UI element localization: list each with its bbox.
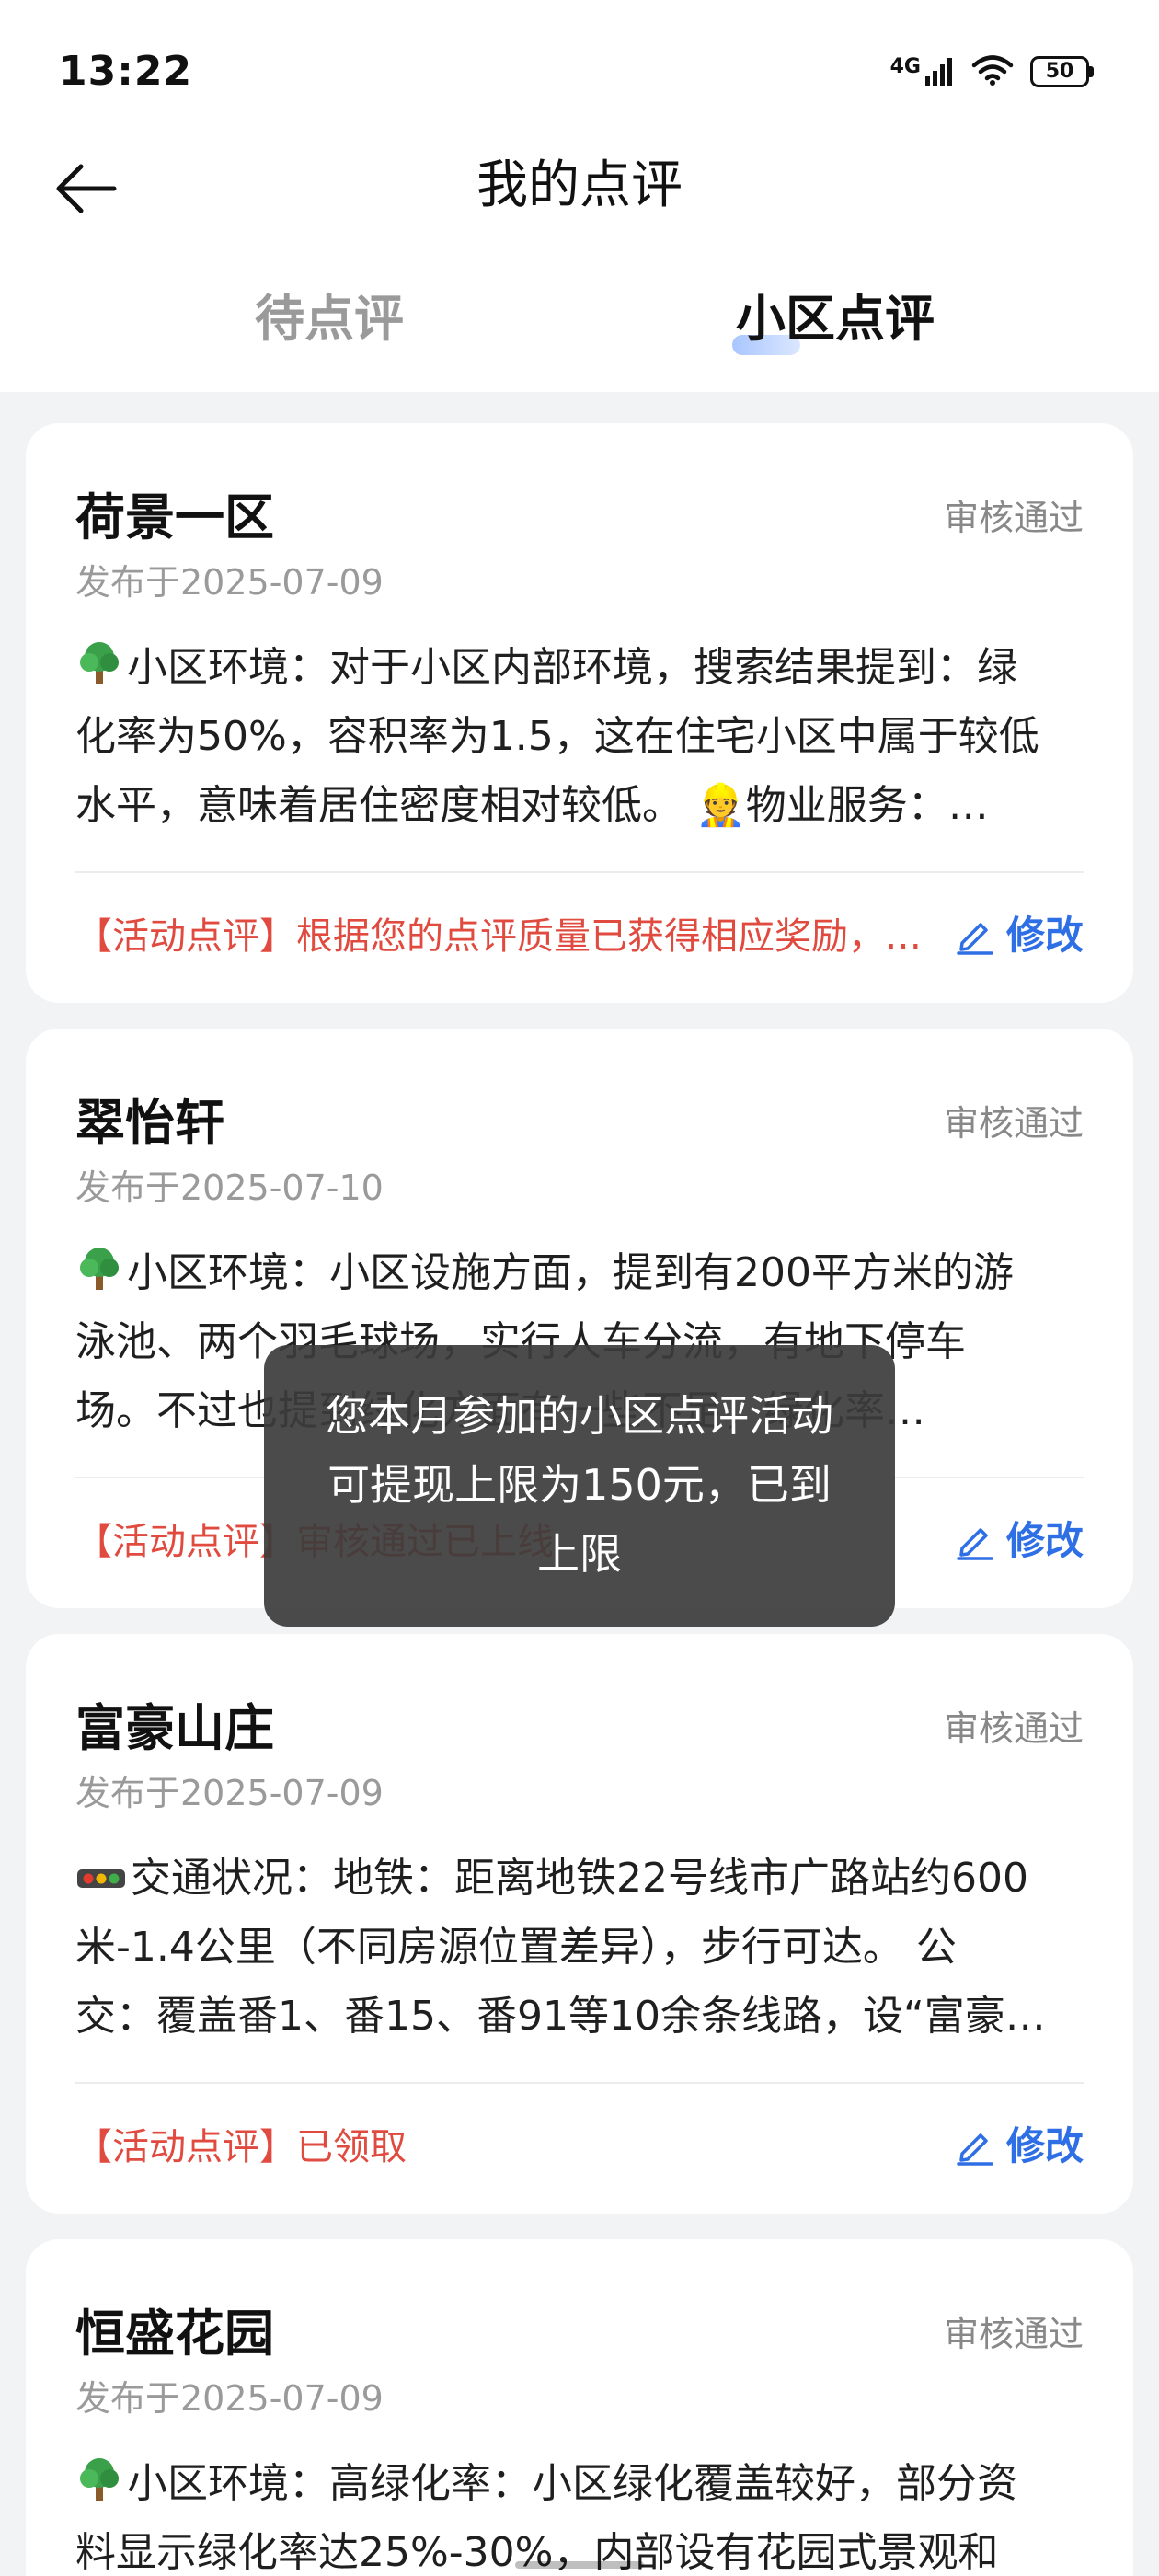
review-content-line: 小区环境：高绿化率：小区绿化覆盖较好，部分资 (127, 2460, 1017, 2507)
review-status: 审核通过 (943, 498, 1084, 538)
review-content: 交通状况：地铁：距离地铁22号线市广路站约600 米-1.4公里（不同房源位置差… (75, 1844, 1111, 2051)
cellular-signal-icon: 4G (889, 55, 955, 87)
activity-note: 【活动点评】根据您的点评质量已获得相应奖励，… (75, 915, 922, 958)
tree-icon (75, 1244, 123, 1307)
review-content: 小区环境：对于小区内部环境，搜索结果提到：绿 化率为50%，容积率为1.5，这在… (75, 633, 1111, 840)
page: 13:22 4G 50 我的点评 待点评 小区点评 荷景一区 审核通过 发布于2… (0, 0, 1159, 2576)
status-time: 13:22 (59, 48, 193, 95)
network-type-label: 4G (889, 55, 921, 78)
publish-date: 发布于2025-07-09 (75, 1773, 384, 1813)
edit-label: 修改 (1005, 1518, 1084, 1563)
toast-message: 您本月参加的小区点评活动 可提现上限为150元，已到 上限 (264, 1345, 895, 1627)
review-card[interactable]: 恒盛花园 审核通过 发布于2025-07-09 小区环境：高绿化率：小区绿化覆盖… (26, 2239, 1133, 2576)
review-content-line: 米-1.4公里（不同房源位置差异），步行可达。 公 (75, 1924, 957, 1971)
review-content-line: 化率为50%，容积率为1.5，这在住宅小区中属于较低 (75, 713, 1039, 760)
tab-community-review[interactable]: 小区点评 (736, 287, 935, 351)
community-name: 恒盛花园 (75, 2305, 274, 2363)
battery-level: 50 (1045, 60, 1074, 83)
card-divider (75, 2082, 1084, 2084)
battery-icon: 50 (1030, 56, 1095, 87)
review-card[interactable]: 荷景一区 审核通过 发布于2025-07-09 小区环境：对于小区内部环境，搜索… (26, 423, 1133, 1003)
toast-line: 上限 (537, 1529, 622, 1579)
edit-button[interactable]: 修改 (955, 1514, 1084, 1568)
edit-button[interactable]: 修改 (955, 909, 1084, 962)
review-content-line: 水平，意味着居住密度相对较低。 👷物业服务：… (75, 782, 989, 829)
review-content-line: 交：覆盖番1、番15、番91等10余条线路，设“富豪… (75, 1993, 1046, 2040)
edit-label: 修改 (1005, 913, 1084, 958)
publish-date: 发布于2025-07-09 (75, 2378, 384, 2419)
review-content: 小区环境：高绿化率：小区绿化覆盖较好，部分资 料显示绿化率达25%-30%，内部… (75, 2449, 1111, 2576)
card-divider (75, 871, 1084, 873)
tree-icon (75, 638, 123, 702)
community-name: 富豪山庄 (75, 1699, 274, 1757)
review-content-line: 交通状况：地铁：距离地铁22号线市广路站约600 (131, 1855, 1028, 1902)
pencil-icon (957, 2133, 993, 2166)
status-icons: 4G 50 (890, 46, 1095, 98)
page-title: 我的点评 (476, 155, 683, 215)
review-status: 审核通过 (943, 1708, 1084, 1749)
tab-pending-review[interactable]: 待点评 (255, 287, 404, 351)
community-name: 翠怡轩 (75, 1094, 224, 1152)
review-status: 审核通过 (943, 1103, 1084, 1144)
wifi-icon (971, 53, 1014, 90)
review-card[interactable]: 富豪山庄 审核通过 发布于2025-07-09 交通状况：地铁：距离地铁22号线… (26, 1634, 1133, 2214)
pencil-icon (957, 923, 993, 955)
publish-date: 发布于2025-07-09 (75, 562, 384, 603)
edit-button[interactable]: 修改 (955, 2120, 1084, 2173)
review-content-line: 小区环境：小区设施方面，提到有200平方米的游 (127, 1249, 1014, 1296)
review-status: 审核通过 (943, 2314, 1084, 2354)
status-bar: 13:22 4G 50 (0, 0, 1159, 138)
review-content-line: 小区环境：对于小区内部环境，搜索结果提到：绿 (127, 644, 1017, 691)
community-name: 荷景一区 (75, 489, 274, 546)
activity-note: 【活动点评】已领取 (75, 2126, 407, 2168)
pencil-icon (957, 1528, 993, 1560)
edit-label: 修改 (1005, 2123, 1084, 2168)
toast-line: 可提现上限为150元，已到 (327, 1460, 832, 1510)
home-indicator[interactable] (515, 2561, 644, 2569)
toast-line: 您本月参加的小区点评活动 (326, 1391, 833, 1441)
publish-date: 发布于2025-07-10 (75, 1167, 384, 1208)
tree-icon (75, 2455, 123, 2518)
traffic-light-icon (75, 1849, 127, 1913)
